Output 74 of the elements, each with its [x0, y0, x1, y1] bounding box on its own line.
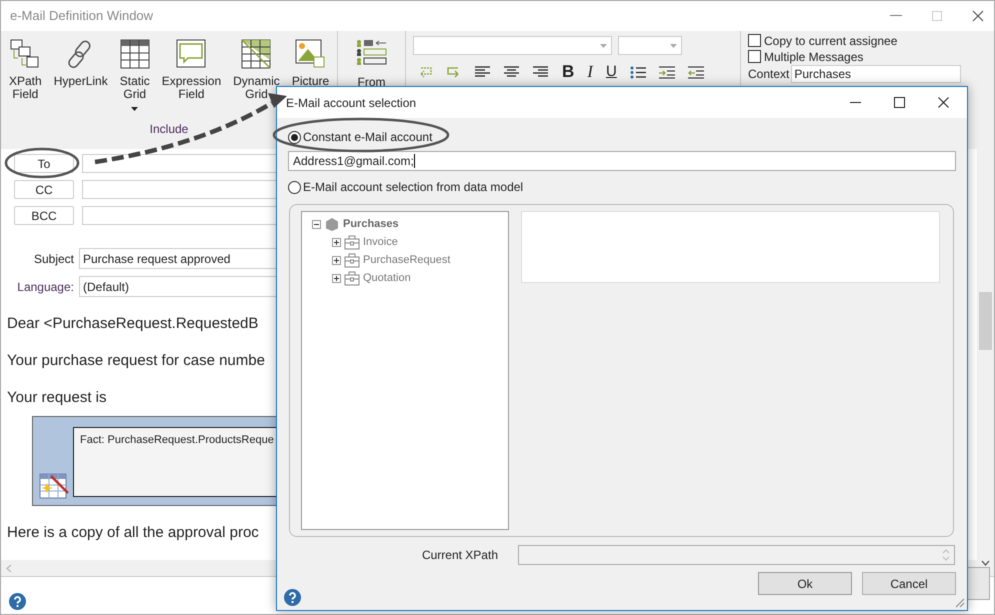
link-button[interactable]: HyperLink [52, 39, 110, 88]
recipient-button[interactable]: To [14, 154, 74, 173]
body-text: Your request is [7, 388, 107, 408]
chevron-down-icon[interactable] [981, 560, 990, 566]
xpath-button[interactable]: XPath Field [7, 39, 44, 101]
briefcase-icon [344, 234, 360, 250]
list-icon [354, 39, 388, 65]
context-dropdown[interactable]: Purchases [791, 65, 962, 83]
radio-label[interactable]: E-Mail account selection from data model [303, 178, 524, 196]
align-center-icon[interactable] [504, 66, 520, 78]
caret-icon [600, 44, 607, 48]
close-icon[interactable] [972, 10, 984, 22]
hexagon-icon [324, 216, 340, 232]
italic-button[interactable]: I [587, 63, 593, 81]
checkbox-label: Copy to current assignee [764, 32, 898, 50]
align-right-icon[interactable] [533, 66, 549, 78]
from-button[interactable]: From [354, 39, 388, 91]
dialog-title: E-Mail account selection [286, 94, 416, 112]
recipient-button[interactable]: CC [14, 180, 74, 199]
chevron-left-icon [6, 564, 12, 572]
tree-item[interactable]: Purchases [343, 216, 399, 232]
expand-icon[interactable] [332, 256, 341, 264]
indent-icon[interactable] [658, 66, 675, 78]
field-label: Subject [32, 250, 75, 268]
table-wand-icon [39, 473, 69, 499]
expression-button[interactable]: Expression Field [160, 39, 224, 101]
tree-item[interactable]: Invoice [363, 234, 398, 250]
checkbox-label: Multiple Messages [764, 48, 864, 66]
spinner-icon [942, 548, 950, 562]
bullet-list-icon[interactable] [630, 66, 646, 78]
body-text: Dear <PurchaseRequest.RequestedB [7, 314, 258, 334]
underline-button[interactable]: U [606, 63, 617, 81]
dialog-button[interactable]: Ok [758, 572, 852, 595]
close-icon[interactable] [938, 97, 949, 108]
scrollbar-thumb[interactable] [979, 292, 992, 350]
picture-icon [295, 39, 326, 69]
tree-item[interactable]: PurchaseRequest [363, 252, 450, 268]
briefcase-icon [344, 270, 360, 286]
checkbox[interactable] [748, 50, 761, 63]
recipient-button[interactable]: BCC [14, 206, 74, 225]
outdent-icon[interactable] [688, 66, 704, 78]
radio-button[interactable] [288, 130, 301, 144]
window-button[interactable] [966, 567, 990, 600]
field-label: Current XPath [420, 547, 498, 564]
field-label: Language: [16, 278, 75, 296]
table-icon [241, 39, 272, 69]
collapse-icon[interactable] [312, 220, 321, 228]
dialog-button[interactable]: Cancel [862, 572, 956, 595]
tree-item[interactable]: Quotation [363, 270, 411, 286]
help-icon[interactable] [9, 593, 26, 610]
speech-bubble-icon [176, 39, 206, 69]
briefcase-icon [344, 252, 360, 268]
help-icon[interactable] [284, 589, 301, 606]
checkbox[interactable] [748, 34, 761, 47]
align-left-icon[interactable] [475, 66, 491, 78]
maximize-icon [932, 11, 942, 21]
static-grid-button[interactable]: Static Grid [118, 39, 152, 111]
boxes-icon [10, 39, 40, 69]
table-icon [120, 39, 150, 69]
resize-grip-icon[interactable] [953, 596, 965, 608]
window-title: e-Mail Definition Window [10, 7, 154, 26]
minimize-icon[interactable] [850, 102, 861, 104]
body-text: Here is a copy of all the approval proc [7, 523, 259, 543]
address-field[interactable]: Address1@gmail.com; [288, 151, 956, 171]
expand-icon[interactable] [332, 238, 341, 246]
body-text: Your purchase request for case numbe [7, 351, 265, 371]
group-label: Include [150, 121, 188, 138]
expand-icon[interactable] [332, 274, 341, 282]
radio-label[interactable]: Constant e-Mail account [303, 128, 432, 146]
caret-icon [670, 44, 677, 48]
radio-button[interactable] [288, 180, 301, 194]
maximize-icon[interactable] [894, 97, 905, 108]
bold-button[interactable]: B [562, 63, 574, 81]
field-label: Context [748, 66, 790, 83]
